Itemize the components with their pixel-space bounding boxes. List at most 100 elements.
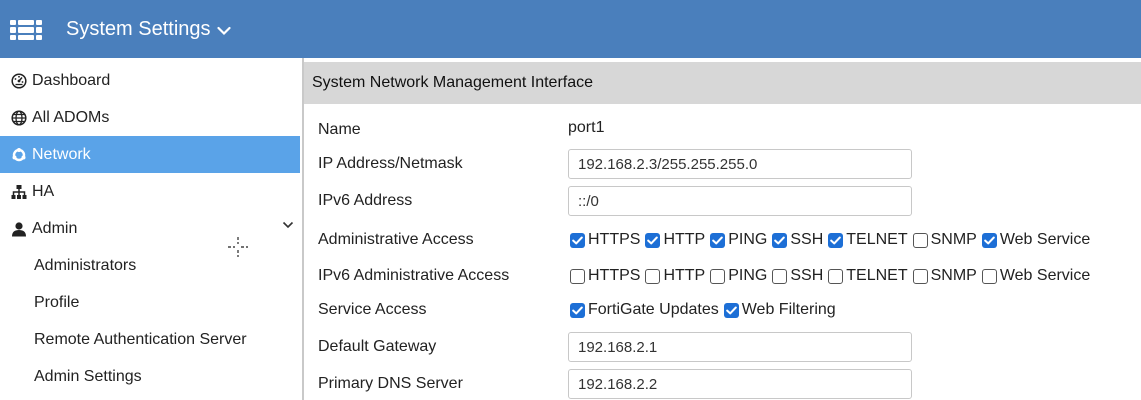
telnet-checkbox[interactable]: TELNET [828,231,908,249]
checkbox-label: Web Filtering [741,301,836,318]
checkbox-checked-icon[interactable] [570,302,585,318]
sidebar-item-ha[interactable]: HA [0,173,300,210]
https-checkbox[interactable]: HTTPS [570,267,640,285]
dns-label: Primary DNS Server [318,375,463,392]
checkbox-unchecked-icon[interactable] [645,268,661,284]
checkbox-label: HTTP [663,267,706,284]
checkbox-unchecked-icon[interactable] [912,232,928,248]
checkbox-unchecked-icon[interactable] [828,268,844,284]
admin-access-checkboxes: HTTPS HTTP PING SSH TELNET SNMP Web Service [570,231,1095,249]
checkbox-label: Web Service [999,267,1091,284]
telnet-checkbox[interactable]: TELNET [828,267,908,285]
globe-icon [10,109,28,127]
network-icon [10,146,28,164]
chevron-down-icon [216,26,231,35]
checkbox-label: SNMP [930,231,977,248]
checkbox-checked-icon[interactable] [710,232,726,248]
name-label: Name [318,121,361,138]
checkbox-label: PING [728,267,768,284]
https-checkbox[interactable]: HTTPS [570,231,640,249]
ha-icon [10,183,28,201]
checkbox-unchecked-icon[interactable] [772,268,788,284]
checkbox-unchecked-icon[interactable] [570,268,585,284]
checkbox-label: HTTPS [588,267,641,284]
admin-access-row: Administrative Access HTTPS HTTP PING SSH TE… [304,225,1141,255]
checkbox-label: HTTPS [588,231,641,248]
snmp-checkbox[interactable]: SNMP [912,267,977,285]
fortinet-logo-icon[interactable] [10,20,42,40]
gateway-row: Default Gateway 192.168.2.1 [304,332,1141,362]
sidebar-item-dashboard[interactable]: Dashboard [0,62,300,99]
service-access-label: Service Access [318,301,427,318]
checkbox-label: TELNET [846,267,908,284]
sidebar-item-label: Administrators [34,256,137,274]
ipv6-address-input[interactable]: ::/0 [568,186,912,216]
ipv6-admin-access-checkboxes: HTTPS HTTP PING SSH TELNET SNMP Web Service [570,267,1095,285]
checkbox-unchecked-icon[interactable] [710,268,726,284]
user-icon [10,220,28,238]
checkbox-checked-icon[interactable] [772,232,788,248]
web-service-checkbox[interactable]: Web Service [981,267,1091,285]
name-value: port1 [568,119,605,136]
web-service-checkbox[interactable]: Web Service [981,231,1091,249]
name-row: Name port1 [304,115,1141,145]
ssh-checkbox[interactable]: SSH [772,267,823,285]
dashboard-icon [10,72,28,90]
ipv6-admin-access-label: IPv6 Administrative Access [318,267,510,284]
app-title: System Settings [66,18,211,40]
gateway-label: Default Gateway [318,338,437,355]
default-gateway-input[interactable]: 192.168.2.1 [568,332,912,362]
sidebar: Dashboard All ADOMs Network HA Admin Adm… [0,62,300,400]
checkbox-checked-icon[interactable] [570,232,585,248]
sidebar-item-all-adoms[interactable]: All ADOMs [0,99,300,136]
ip-netmask-input[interactable]: 192.168.2.3/255.255.255.0 [568,149,912,179]
checkbox-label: Web Service [999,231,1091,248]
checkbox-label: SSH [790,267,824,284]
checkbox-checked-icon[interactable] [981,232,997,248]
ping-checkbox[interactable]: PING [710,267,767,285]
primary-dns-input[interactable]: 192.168.2.2 [568,369,912,399]
checkbox-label: PING [728,231,768,248]
checkbox-label: FortiGate Updates [588,301,719,318]
ipv6-row: IPv6 Address ::/0 [304,186,1141,216]
fortigate-updates-checkbox[interactable]: FortiGate Updates [570,301,719,319]
sidebar-item-label: Remote Authentication Server [34,330,247,348]
web-filtering-checkbox[interactable]: Web Filtering [723,301,836,319]
checkbox-checked-icon[interactable] [645,232,661,248]
checkbox-unchecked-icon[interactable] [912,268,928,284]
sidebar-item-remote-authentication-server[interactable]: Remote Authentication Server [0,321,300,358]
checkbox-checked-icon[interactable] [723,302,739,318]
sidebar-item-label: All ADOMs [32,108,110,126]
checkbox-label: SNMP [930,267,977,284]
sidebar-item-admin[interactable]: Admin [0,210,300,247]
checkbox-unchecked-icon[interactable] [981,268,997,284]
ping-checkbox[interactable]: PING [710,231,767,249]
ipv6-label: IPv6 Address [318,192,413,209]
service-access-row: Service Access FortiGate Updates Web Filt… [304,295,1141,325]
sidebar-item-admin-settings[interactable]: Admin Settings [0,358,300,395]
checkbox-checked-icon[interactable] [828,232,844,248]
ip-row: IP Address/Netmask 192.168.2.3/255.255.2… [304,149,1141,179]
ip-label: IP Address/Netmask [318,155,463,172]
sidebar-item-administrators[interactable]: Administrators [0,247,300,284]
chevron-down-icon[interactable] [282,220,294,230]
dns-row: Primary DNS Server 192.168.2.2 [304,369,1141,399]
sidebar-item-network[interactable]: Network [0,136,300,173]
ipv6-admin-access-row: IPv6 Administrative Access HTTPS HTTP PING… [304,261,1141,291]
http-checkbox[interactable]: HTTP [645,267,705,285]
sidebar-item-label: Dashboard [32,71,111,89]
sidebar-item-profile[interactable]: Profile [0,284,300,321]
checkbox-label: SSH [790,231,824,248]
panel-title: System Network Management Interface [304,62,1141,104]
snmp-checkbox[interactable]: SNMP [912,231,977,249]
http-checkbox[interactable]: HTTP [645,231,705,249]
ssh-checkbox[interactable]: SSH [772,231,823,249]
checkbox-label: TELNET [846,231,908,248]
top-bar: System Settings [0,0,1141,58]
sidebar-item-label: Network [32,145,91,163]
service-access-checkboxes: FortiGate Updates Web Filtering [570,301,841,319]
checkbox-label: HTTP [663,231,706,248]
crosshair-cursor-icon [228,237,248,257]
sidebar-item-label: Profile [34,293,80,311]
app-switcher[interactable]: System Settings [66,18,231,41]
